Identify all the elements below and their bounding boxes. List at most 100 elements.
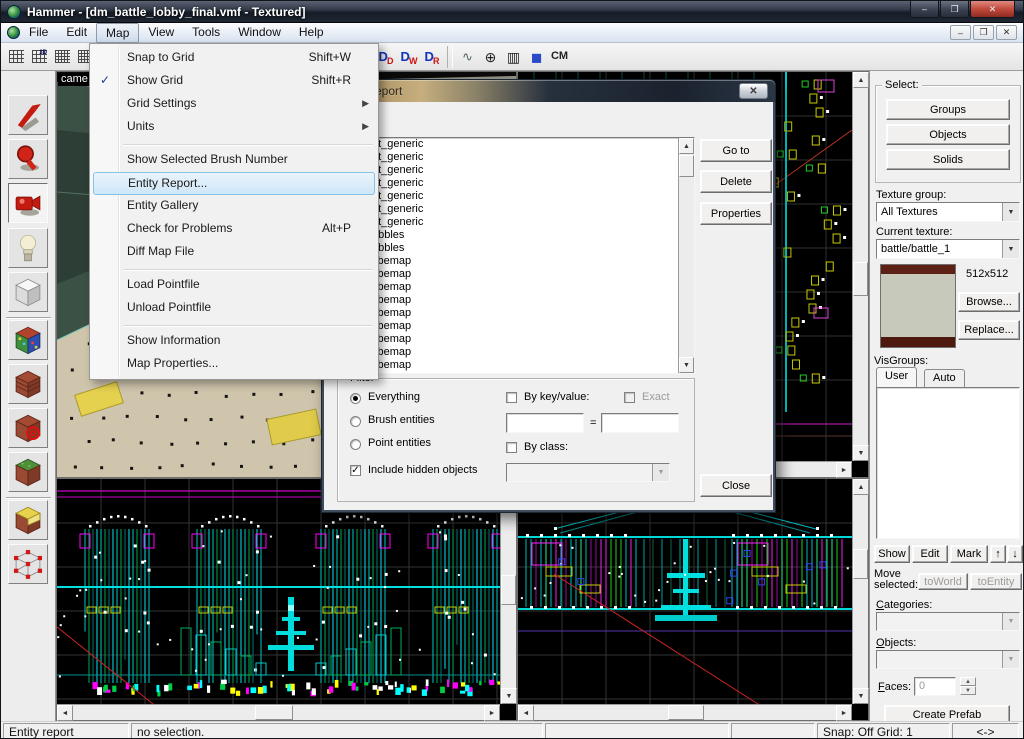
entity-list-item[interactable]: env_cubemap bbox=[338, 346, 694, 359]
grid-toggle-icon[interactable] bbox=[5, 45, 28, 68]
mdi-restore-button[interactable]: ❐ bbox=[973, 25, 994, 40]
entity-list-item[interactable]: ambient_generic bbox=[338, 164, 694, 177]
entity-list-item[interactable]: ambient_generic bbox=[338, 138, 694, 151]
menu-item-load-pointfile[interactable]: Load Pointfile bbox=[91, 274, 377, 297]
grid-smaller-icon[interactable] bbox=[51, 45, 74, 68]
entity-list-item[interactable]: env_cubemap bbox=[338, 281, 694, 294]
scroll-left-icon[interactable]: ◄ bbox=[518, 705, 534, 721]
scroll-left-icon[interactable]: ◄ bbox=[57, 705, 73, 721]
objects-dropdown[interactable]: ▼ bbox=[876, 650, 1020, 669]
toolbar-button[interactable] bbox=[447, 46, 453, 68]
grid-3d-icon[interactable]: 3D bbox=[28, 45, 51, 68]
spin-down-icon[interactable]: ▼ bbox=[960, 686, 976, 695]
scroll-down-icon[interactable]: ▼ bbox=[501, 688, 517, 704]
checkbox-exact[interactable] bbox=[624, 392, 635, 403]
texture-group-dropdown[interactable]: All Textures ▼ bbox=[876, 202, 1020, 222]
map-menu-item[interactable] bbox=[91, 264, 377, 274]
menu-view[interactable]: View bbox=[139, 23, 183, 43]
texture-application-tool-button[interactable] bbox=[8, 320, 48, 360]
visgroups-tab-user[interactable]: User bbox=[876, 367, 917, 387]
vertex-tool-button[interactable] bbox=[8, 544, 48, 584]
entity-list-item[interactable]: env_cubemap bbox=[338, 294, 694, 307]
checkbox-by-class[interactable] bbox=[506, 442, 517, 453]
clipping-tool-button[interactable] bbox=[8, 500, 48, 540]
chevron-down-icon[interactable]: ▼ bbox=[1002, 203, 1019, 221]
entity-list-item[interactable]: env_cubemap bbox=[338, 333, 694, 346]
scroll-right-icon[interactable]: ► bbox=[484, 705, 500, 721]
menu-item-show-information[interactable]: Show Information bbox=[91, 330, 377, 353]
mdi-minimize-button[interactable]: – bbox=[950, 25, 971, 40]
vertical-scrollbar[interactable]: ▲ ▼ bbox=[852, 479, 868, 704]
menu-item-show-selected-brush-number[interactable]: Show Selected Brush Number bbox=[91, 149, 377, 172]
properties-button[interactable]: Properties bbox=[700, 202, 772, 225]
dialog-title-bar[interactable]: Entity Report ✕ bbox=[322, 80, 775, 102]
visgroup-edit-button[interactable]: Edit bbox=[912, 545, 948, 563]
menu-edit[interactable]: Edit bbox=[57, 23, 96, 43]
apply-decals-tool-button[interactable] bbox=[8, 408, 48, 448]
map-menu-item[interactable] bbox=[91, 320, 377, 330]
radio-brush-entities[interactable] bbox=[350, 416, 361, 427]
entity-list-item[interactable]: ambient_generic bbox=[338, 190, 694, 203]
chevron-down-icon[interactable]: ▼ bbox=[1002, 240, 1019, 258]
menu-item-show-grid[interactable]: ✓ Show Grid Shift+R bbox=[91, 70, 377, 93]
faces-field[interactable]: 0 bbox=[914, 677, 956, 696]
cm-icon[interactable]: CM bbox=[548, 45, 571, 68]
radio-everything[interactable] bbox=[350, 393, 361, 404]
key-input[interactable] bbox=[506, 413, 584, 433]
checkbox-by-keyvalue[interactable] bbox=[506, 392, 517, 403]
delete-button[interactable]: Delete bbox=[700, 170, 772, 193]
move-down-icon[interactable]: ↓ bbox=[1007, 545, 1023, 563]
overlay-tool-button[interactable] bbox=[8, 452, 48, 492]
goto-button[interactable]: Go to bbox=[700, 139, 772, 162]
scroll-down-icon[interactable]: ▼ bbox=[853, 688, 869, 704]
menu-item-unload-pointfile[interactable]: Unload Pointfile bbox=[91, 297, 377, 320]
entity-list-item[interactable]: ambient_generic bbox=[338, 216, 694, 229]
menu-item-snap-to-grid[interactable]: Snap to Grid Shift+W bbox=[91, 47, 377, 70]
mdi-close-button[interactable]: ✕ bbox=[996, 25, 1017, 40]
entity-list-item[interactable]: env_cubemap bbox=[338, 268, 694, 281]
scrollbar-thumb[interactable] bbox=[853, 549, 868, 579]
scroll-up-icon[interactable]: ▲ bbox=[853, 479, 869, 495]
menu-file[interactable]: File bbox=[20, 23, 57, 43]
entity-list-item[interactable]: ambient_generic bbox=[338, 151, 694, 164]
scroll-down-icon[interactable]: ▼ bbox=[679, 357, 694, 373]
select-objects-button[interactable]: Objects bbox=[886, 124, 1010, 145]
select-solids-button[interactable]: Solids bbox=[886, 149, 1010, 170]
scroll-right-icon[interactable]: ► bbox=[836, 462, 852, 478]
scroll-up-icon[interactable]: ▲ bbox=[679, 138, 694, 154]
vertical-scrollbar[interactable]: ▲ ▼ bbox=[852, 72, 868, 461]
scrollbar-thumb[interactable] bbox=[501, 575, 516, 605]
scrollbar-thumb[interactable] bbox=[679, 155, 694, 177]
replace-button[interactable]: Replace... bbox=[958, 320, 1020, 340]
close-button[interactable]: ✕ bbox=[970, 1, 1015, 18]
entity-list-item[interactable]: env_bubbles bbox=[338, 242, 694, 255]
cordon-icon[interactable]: ∿ bbox=[456, 45, 479, 68]
map-menu-item[interactable] bbox=[91, 139, 377, 149]
visgroup-mark-button[interactable]: Mark bbox=[950, 545, 988, 563]
entity-list-item[interactable]: ambient_generic bbox=[338, 203, 694, 216]
menu-item-entity-gallery[interactable]: Entity Gallery bbox=[91, 195, 377, 218]
menu-tools[interactable]: Tools bbox=[183, 23, 229, 43]
menu-item-diff-map-file[interactable]: Diff Map File bbox=[91, 241, 377, 264]
run-map-r-icon[interactable]: DR bbox=[421, 45, 444, 68]
menu-help[interactable]: Help bbox=[290, 23, 333, 43]
scroll-up-icon[interactable]: ▲ bbox=[853, 72, 869, 88]
entity-list-item[interactable]: env_bubbles bbox=[338, 229, 694, 242]
title-bar[interactable]: Hammer - [dm_battle_lobby_final.vmf - Te… bbox=[1, 1, 1023, 23]
entity-list-scrollbar[interactable]: ▲ ▼ bbox=[678, 138, 694, 373]
menu-item-entity-report[interactable]: Entity Report... bbox=[93, 172, 375, 195]
radio-point-entities[interactable] bbox=[350, 439, 361, 450]
menu-item-units[interactable]: Units ▶ bbox=[91, 116, 377, 139]
scrollbar-thumb[interactable] bbox=[853, 262, 868, 296]
entity-list[interactable]: ambient_genericambient_genericambient_ge… bbox=[337, 137, 695, 374]
entity-list-item[interactable]: env_cubemap bbox=[338, 307, 694, 320]
entity-list-item[interactable]: ambient_generic bbox=[338, 177, 694, 190]
selection-tool-button[interactable] bbox=[8, 95, 48, 135]
checkbox-include-hidden[interactable]: ✓ bbox=[350, 465, 361, 476]
spin-up-icon[interactable]: ▲ bbox=[960, 677, 976, 686]
browse-button[interactable]: Browse... bbox=[958, 292, 1020, 312]
scrollbar-thumb[interactable] bbox=[668, 705, 704, 720]
restore-button[interactable]: ❐ bbox=[940, 1, 969, 18]
visgroup-show-button[interactable]: Show bbox=[874, 545, 910, 563]
viewport-2d-front[interactable]: ▲ ▼ ◄ ► bbox=[56, 478, 517, 721]
